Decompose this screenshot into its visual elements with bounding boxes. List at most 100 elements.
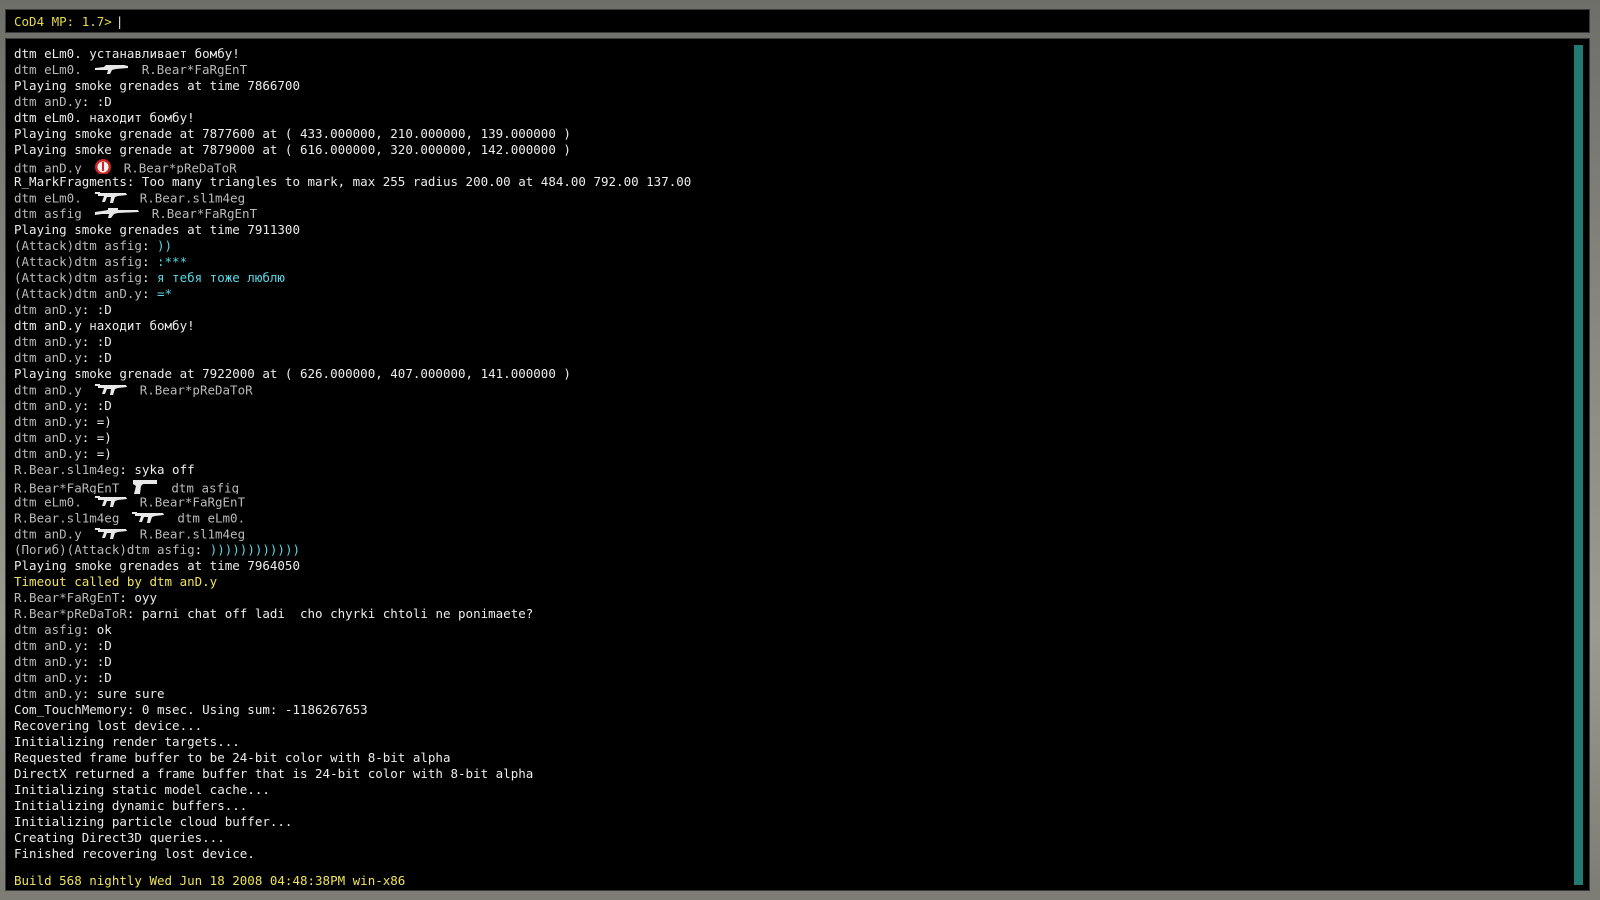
console-input-bar[interactable]: CoD4 MP: 1.7> |	[5, 9, 1590, 33]
line-text: dtm anD.y	[14, 382, 82, 398]
line-text: dtm anD.y	[14, 654, 82, 669]
line-text: Playing smoke grenade at 7922000 at ( 62…	[14, 366, 571, 381]
console-line: dtm anD.y: :D	[14, 638, 1554, 654]
line-text: Playing smoke grenade at 7879000 at ( 61…	[14, 142, 571, 157]
line-text: Initializing particle cloud buffer...	[14, 814, 293, 829]
line-text: : :D	[81, 654, 112, 669]
console-line: dtm asfig R.Bear*FaRgEnT	[14, 206, 1554, 222]
line-text: : :D	[81, 398, 112, 413]
line-text: Timeout called by dtm anD.y	[14, 574, 218, 589]
console-line: Initializing particle cloud buffer...	[14, 814, 1554, 830]
text-caret: |	[115, 14, 124, 29]
line-text: Requested frame buffer to be 24-bit colo…	[14, 750, 451, 765]
console-line: dtm anD.y R.Bear*pReDaToR	[14, 158, 1554, 174]
line-text: dtm anD.y находит бомбу!	[14, 318, 195, 333]
console-line: dtm eLm0. находит бомбу!	[14, 110, 1554, 126]
console-line: R.Bear.sl1m4eg dtm eLm0.	[14, 510, 1554, 526]
line-text: dtm eLm0.	[14, 494, 82, 510]
line-text: ))))))))))))	[209, 542, 300, 557]
line-text: : =)	[81, 430, 112, 445]
line-text: : sure sure	[81, 686, 165, 701]
line-text: Com_TouchMemory: 0 msec. Using sum: -118…	[14, 702, 368, 717]
console-line: Com_TouchMemory: 0 msec. Using sum: -118…	[14, 702, 1554, 718]
line-text: dtm anD.y	[14, 398, 82, 413]
line-text: : :D	[81, 670, 112, 685]
line-text: R.Bear.sl1m4eg	[139, 526, 246, 542]
line-text: =*	[157, 286, 173, 301]
line-text: (Attack)dtm asfig	[14, 254, 142, 269]
console-line: (Attack)dtm asfig: ))	[14, 238, 1554, 254]
line-text: dtm anD.y	[14, 526, 82, 542]
console-line: Recovering lost device...	[14, 718, 1554, 734]
console-line: dtm anD.y находит бомбу!	[14, 318, 1554, 334]
line-text: : :D	[81, 94, 112, 109]
line-text: R_MarkFragments: Too many triangles to m…	[14, 174, 692, 189]
console-prompt[interactable]: CoD4 MP: 1.7> |	[14, 14, 123, 29]
console-line: Playing smoke grenade at 7877600 at ( 43…	[14, 126, 1554, 142]
line-text: Initializing render targets...	[14, 734, 240, 749]
console-line: Initializing render targets...	[14, 734, 1554, 750]
line-text: :	[141, 238, 157, 253]
console-scrollbar[interactable]	[1574, 45, 1583, 885]
console-line: dtm eLm0. устанавливает бомбу!	[14, 46, 1554, 62]
line-text: dtm anD.y	[14, 94, 82, 109]
line-text: :***	[157, 254, 188, 269]
line-text: Playing smoke grenades at time 7964050	[14, 558, 300, 573]
line-text: R.Bear*pReDaToR	[14, 606, 127, 621]
line-text: (Погиб)(Attack)dtm asfig	[14, 542, 195, 557]
line-text: R.Bear*pReDaToR	[139, 382, 253, 398]
line-text: : =)	[81, 446, 112, 461]
console-line: dtm anD.y: :D	[14, 302, 1554, 318]
console-line: dtm anD.y R.Bear.sl1m4eg	[14, 526, 1554, 542]
smg-icon	[94, 190, 128, 206]
line-text: Playing smoke grenades at time 7911300	[14, 222, 300, 237]
console-line: dtm anD.y: =)	[14, 414, 1554, 430]
line-text: R.Bear*FaRgEnT	[151, 206, 258, 221]
console-line: Creating Direct3D queries...	[14, 830, 1554, 846]
console-line: Playing smoke grenades at time 7911300	[14, 222, 1554, 238]
line-text: я тебя тоже люблю	[157, 270, 285, 285]
console-line: dtm anD.y: :D	[14, 670, 1554, 686]
console-line: dtm anD.y: sure sure	[14, 686, 1554, 702]
console-line: R.Bear*FaRgEnT dtm asfig	[14, 478, 1554, 494]
line-text: dtm anD.y	[14, 350, 82, 365]
smg-icon	[94, 494, 128, 510]
console-line: Playing smoke grenades at time 7964050	[14, 558, 1554, 574]
line-text: R.Bear*FaRgEnT	[139, 494, 246, 510]
line-text: R.Bear.sl1m4eg	[14, 510, 120, 526]
line-text: : :D	[81, 350, 112, 365]
line-text: :	[194, 542, 210, 557]
line-text: dtm anD.y	[14, 638, 82, 653]
console-line: (Attack)dtm asfig: я тебя тоже люблю	[14, 270, 1554, 286]
line-text: R.Bear*FaRgEnT	[14, 480, 120, 495]
line-text: : :D	[81, 334, 112, 349]
console-line: Timeout called by dtm anD.y	[14, 574, 1554, 590]
console-line: dtm anD.y: =)	[14, 430, 1554, 446]
line-text: :	[141, 286, 157, 301]
line-text: dtm asfig	[14, 622, 82, 637]
console-line: Finished recovering lost device.	[14, 846, 1554, 862]
line-text: : syka off	[119, 462, 195, 477]
line-text: (Attack)dtm anD.y	[14, 286, 142, 301]
scrollbar-thumb[interactable]	[1574, 45, 1583, 885]
line-text: dtm anD.y	[14, 414, 82, 429]
console-line: dtm anD.y: :D	[14, 398, 1554, 414]
line-text: dtm eLm0. устанавливает бомбу!	[14, 46, 240, 61]
console-line: (Attack)dtm anD.y: =*	[14, 286, 1554, 302]
line-text: Playing smoke grenades at time 7866700	[14, 78, 300, 93]
line-text: : parni chat off ladi cho chyrki chtoli …	[126, 606, 534, 621]
line-text: Finished recovering lost device.	[14, 846, 255, 861]
line-text: R.Bear*FaRgEnT	[14, 590, 120, 605]
console-line: dtm eLm0. R.Bear.sl1m4eg	[14, 190, 1554, 206]
line-text: (Attack)dtm asfig	[14, 238, 142, 253]
line-text: (Attack)dtm asfig	[14, 270, 142, 285]
line-text: dtm eLm0. находит бомбу!	[14, 110, 195, 125]
line-text: : oyy	[119, 590, 157, 605]
console-line: dtm anD.y: =)	[14, 446, 1554, 462]
smg-icon	[94, 382, 128, 398]
line-text: dtm anD.y	[14, 302, 82, 317]
console-line: dtm anD.y: :D	[14, 654, 1554, 670]
prompt-label: CoD4 MP: 1.7>	[14, 14, 112, 29]
console-log: dtm eLm0. устанавливает бомбу! dtm eLm0. R…	[14, 46, 1554, 862]
smg-icon	[94, 526, 128, 542]
